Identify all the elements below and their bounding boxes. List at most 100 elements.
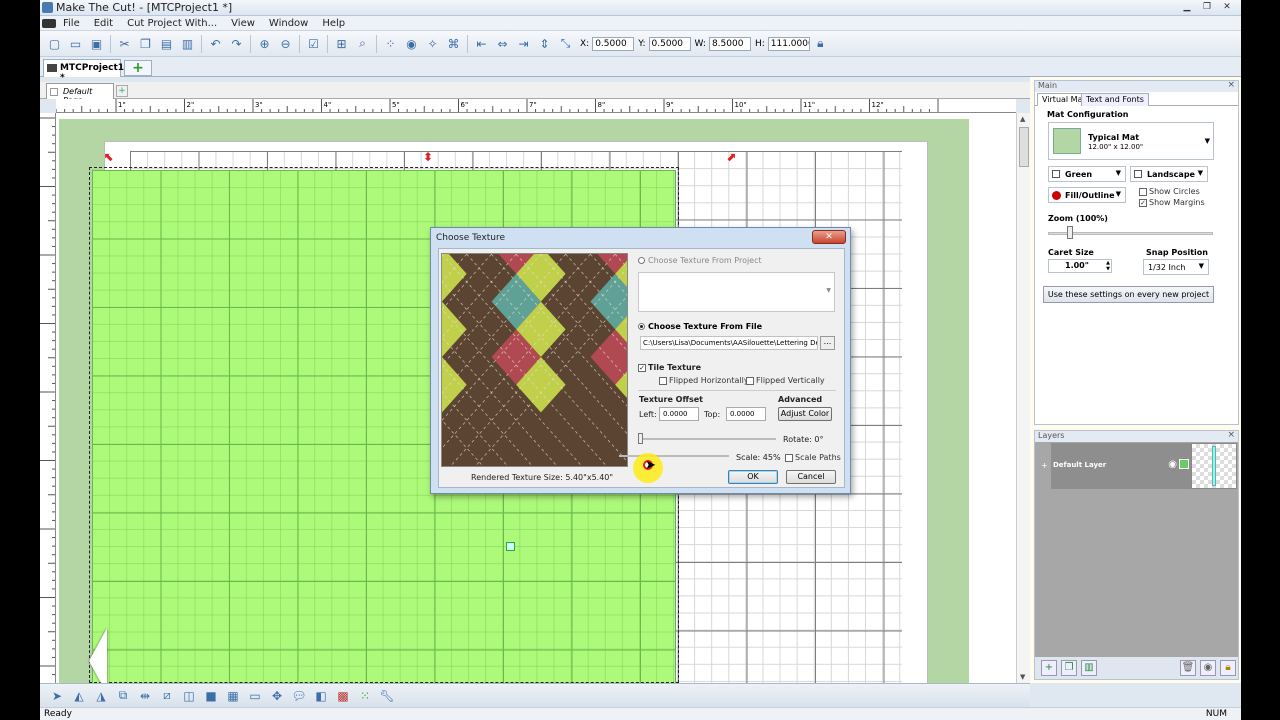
dialog-close-button[interactable]: ✕: [812, 230, 846, 244]
trace-icon[interactable]: ⊞: [332, 34, 351, 53]
align-left-icon[interactable]: ⇤: [472, 34, 491, 53]
trash-icon[interactable]: 🗑︎: [1180, 660, 1196, 676]
duplicate-layer-icon[interactable]: ❐: [1061, 660, 1077, 676]
paste-inplace-icon[interactable]: ▥: [178, 34, 197, 53]
flip-icon[interactable]: ◭: [69, 687, 89, 705]
y-input[interactable]: [648, 36, 691, 51]
snap-position-dropdown[interactable]: 1/32 Inch ▼: [1143, 259, 1209, 275]
redo-icon[interactable]: ↷: [227, 34, 246, 53]
browse-button[interactable]: ...: [820, 336, 835, 350]
merge-layer-icon[interactable]: ▥: [1081, 660, 1097, 676]
grid-tool-icon[interactable]: ▦: [223, 687, 243, 705]
distribute-icon[interactable]: ⇕: [535, 34, 554, 53]
align-center-icon[interactable]: ⇔: [493, 34, 512, 53]
close-icon[interactable]: ×: [1227, 430, 1235, 440]
tab-text-and-fonts[interactable]: Text and Fonts: [1081, 93, 1149, 106]
w-input[interactable]: [708, 36, 751, 51]
magnify-icon[interactable]: ⌕: [353, 34, 372, 53]
cancel-button[interactable]: Cancel: [786, 470, 836, 484]
from-project-radio[interactable]: Choose Texture From Project: [638, 256, 762, 265]
project-tab[interactable]: MTCProject1 *: [43, 59, 124, 83]
scroll-thumb[interactable]: [1019, 127, 1029, 167]
save-icon[interactable]: ▣: [87, 34, 106, 53]
show-circles-checkbox[interactable]: Show Circles: [1139, 187, 1200, 196]
shadow-icon[interactable]: ◫: [179, 687, 199, 705]
undo-icon[interactable]: ↶: [206, 34, 225, 53]
resize-icon[interactable]: ⤡: [556, 34, 575, 53]
page-tab[interactable]: Default Page: [46, 83, 114, 105]
zoom-slider-knob[interactable]: [1067, 226, 1073, 239]
menu-window[interactable]: Window: [262, 18, 315, 29]
rotate-slider[interactable]: [638, 438, 776, 440]
menu-view[interactable]: View: [224, 18, 262, 29]
points-icon[interactable]: ⁘: [381, 34, 400, 53]
size-icon[interactable]: ⇹: [135, 687, 155, 705]
menu-cut-project[interactable]: Cut Project With...: [120, 18, 224, 29]
align-right-icon[interactable]: ⇥: [514, 34, 533, 53]
cut-icon[interactable]: ✂: [115, 34, 134, 53]
add-layer-icon[interactable]: +: [1041, 660, 1057, 676]
show-margins-checkbox[interactable]: ✓ Show Margins: [1139, 198, 1205, 207]
zoom-out-icon[interactable]: ⊖: [276, 34, 295, 53]
fill-dropdown[interactable]: Fill/Outline ▼: [1048, 187, 1126, 203]
visibility-icon[interactable]: ◉: [1200, 660, 1216, 676]
use-settings-button[interactable]: Use these settings on every new project: [1043, 286, 1214, 303]
zoom-in-icon[interactable]: ⊕: [255, 34, 274, 53]
menu-file[interactable]: File: [56, 18, 87, 29]
eye-icon[interactable]: ◉: [1168, 459, 1177, 470]
flip-vertical-checkbox[interactable]: Flipped Vertically: [746, 376, 825, 385]
expand-icon[interactable]: +: [1041, 461, 1048, 470]
file-path-field[interactable]: C:\Users\Lisa\Documents\AASilouette\Lett…: [640, 336, 818, 350]
fill-tool-icon[interactable]: ■: [201, 687, 221, 705]
restore-button[interactable]: ❐: [1197, 0, 1217, 14]
minimize-button[interactable]: ▁: [1177, 0, 1197, 14]
weld-icon[interactable]: ✧: [423, 34, 442, 53]
shape-icon[interactable]: ⌘: [444, 34, 463, 53]
ok-button[interactable]: OK: [728, 470, 778, 484]
add-page-button[interactable]: +: [116, 85, 128, 97]
wrench-icon[interactable]: 🔧︎: [377, 687, 397, 705]
copy-icon[interactable]: ❐: [136, 34, 155, 53]
rotate-handle-tl[interactable]: ⬉: [104, 151, 114, 163]
speech-icon[interactable]: 💬︎: [289, 687, 309, 705]
rotate-slider-knob[interactable]: [638, 433, 643, 444]
mat-selector[interactable]: Typical Mat 12.00" x 12.00" ▼: [1048, 122, 1214, 160]
h-input[interactable]: [767, 36, 810, 51]
orientation-dropdown[interactable]: Landscape ▼: [1130, 166, 1208, 182]
mdi-icon[interactable]: [42, 18, 56, 28]
select-tool-icon[interactable]: ➤: [47, 687, 67, 705]
resize-handle-top[interactable]: ⬍: [423, 151, 433, 163]
scale-slider[interactable]: [619, 455, 729, 457]
tile-texture-checkbox[interactable]: ✓ Tile Texture: [638, 363, 701, 372]
texture-icon[interactable]: ▩: [333, 687, 353, 705]
add-project-button[interactable]: +: [124, 60, 152, 76]
canvas-scrollbar[interactable]: ▲ ▼: [1016, 113, 1030, 683]
layer-color-icon[interactable]: [1179, 459, 1189, 469]
left-offset-input[interactable]: 0.0000: [659, 407, 699, 421]
layer-tool-icon[interactable]: ◧: [311, 687, 331, 705]
mat-color-dropdown[interactable]: Green ▼: [1048, 166, 1126, 182]
mirror-icon[interactable]: ◮: [91, 687, 111, 705]
x-input[interactable]: [592, 36, 635, 51]
project-texture-list[interactable]: ▼: [638, 272, 835, 312]
shear-icon[interactable]: ⧄: [157, 687, 177, 705]
lock-icon[interactable]: 🔒︎: [1220, 660, 1236, 676]
new-icon[interactable]: ▢: [45, 34, 64, 53]
caret-size-input[interactable]: 1.00" ▲ ▼: [1048, 259, 1112, 273]
flip-horizontal-checkbox[interactable]: Flipped Horizontally: [659, 376, 749, 385]
menu-edit[interactable]: Edit: [87, 18, 120, 29]
frame-icon[interactable]: ▭: [245, 687, 265, 705]
node-icon[interactable]: ✥: [267, 687, 287, 705]
layer-row[interactable]: Default Layer ◉: [1051, 443, 1191, 489]
adjust-color-button[interactable]: Adjust Color: [778, 407, 832, 421]
lock-ratio-icon[interactable]: 🔒︎: [811, 34, 830, 53]
center-handle[interactable]: [506, 542, 515, 551]
dots-icon[interactable]: ⁙: [355, 687, 375, 705]
group-icon[interactable]: ⧉: [113, 687, 133, 705]
from-file-radio[interactable]: Choose Texture From File: [638, 322, 762, 331]
scale-paths-checkbox[interactable]: Scale Paths: [785, 453, 841, 462]
preferences-icon[interactable]: ☑: [304, 34, 323, 53]
open-icon[interactable]: ▭: [66, 34, 85, 53]
close-icon[interactable]: ×: [1227, 80, 1235, 90]
rotate-handle-tr[interactable]: ⬈: [726, 151, 736, 163]
